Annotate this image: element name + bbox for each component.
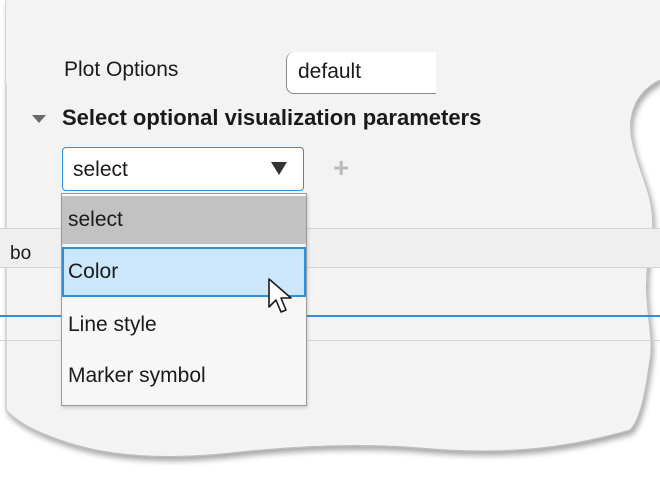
tab-label-partial[interactable]: bo	[10, 243, 31, 265]
plot-options-label: Plot Options	[64, 58, 179, 81]
section-title: Select optional visualization parameters	[62, 105, 482, 130]
plus-icon[interactable]: +	[333, 154, 349, 182]
plot-options-value: default	[298, 60, 362, 83]
dropdown-option-marker-symbol[interactable]: Marker symbol	[62, 352, 306, 400]
dropdown-arrow-icon[interactable]	[271, 162, 287, 175]
screenshot-stage: Plot Options default Select optional vis…	[0, 0, 660, 477]
caret-down-icon[interactable]	[32, 115, 46, 123]
mouse-pointer-icon	[268, 278, 292, 313]
select-current-value: select	[73, 158, 128, 181]
dropdown-option-select[interactable]: select	[62, 196, 306, 244]
